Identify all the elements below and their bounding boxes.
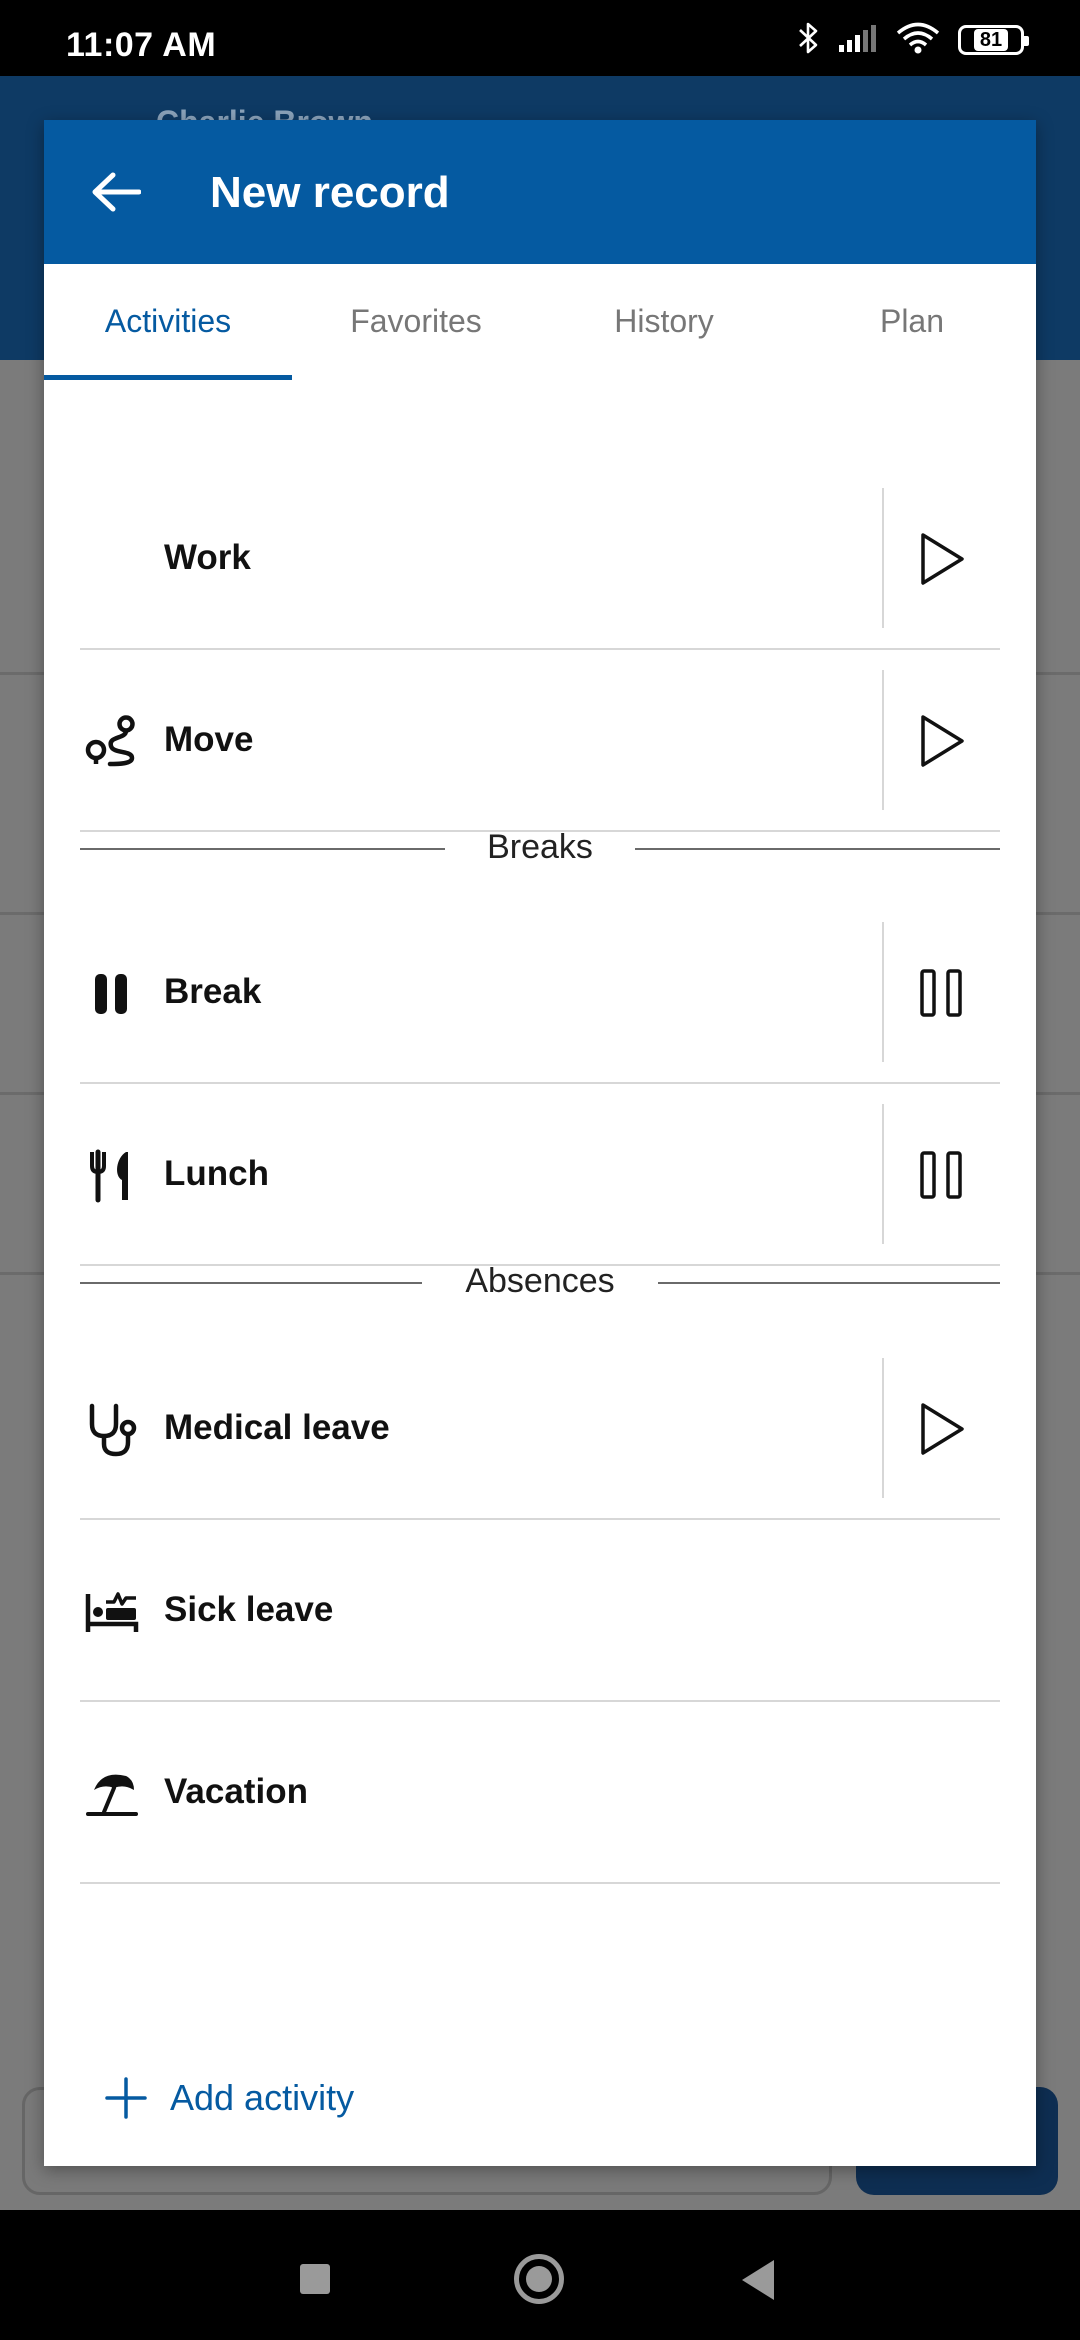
tab-plan[interactable]: Plan: [788, 264, 1036, 378]
absence-label: Medical leave: [164, 1408, 390, 1447]
stethoscope-icon: [84, 1402, 140, 1458]
start-move-button[interactable]: [884, 650, 1000, 832]
play-icon: [921, 1403, 964, 1455]
play-icon: [921, 533, 964, 585]
pause-lunch-button[interactable]: [884, 1084, 1000, 1266]
new-record-dialog: New record Activities Favorites History …: [44, 120, 1036, 2166]
tab-favorites[interactable]: Favorites: [292, 264, 540, 378]
break-label: Break: [164, 972, 262, 1011]
start-work-button[interactable]: [884, 468, 1000, 650]
plus-icon: [105, 2077, 147, 2119]
tab-bar: Activities Favorites History Plan: [44, 264, 1036, 380]
tab-history[interactable]: History: [540, 264, 788, 378]
pause-icon: [84, 966, 140, 1022]
beach-umbrella-icon: [84, 1766, 140, 1822]
dialog-title: New record: [210, 168, 450, 217]
back-nav-button[interactable]: [742, 2260, 774, 2300]
absence-label: Vacation: [164, 1772, 308, 1811]
arrow-left-icon: [92, 172, 141, 212]
section-line: [658, 1282, 1000, 1284]
route-icon: [84, 714, 140, 770]
absence-label: Sick leave: [164, 1590, 334, 1629]
activity-row-move[interactable]: Move: [80, 650, 1000, 832]
play-icon: [921, 715, 964, 767]
break-row-lunch[interactable]: Lunch: [80, 1084, 1000, 1266]
add-activity-label: Add activity: [170, 2077, 355, 2118]
back-button[interactable]: [84, 160, 148, 224]
wifi-icon: [896, 22, 940, 59]
activity-label: Work: [164, 538, 251, 577]
signal-icon: [838, 23, 878, 58]
break-row-break[interactable]: Break: [80, 902, 1000, 1084]
section-line: [635, 848, 1000, 850]
recents-button[interactable]: [300, 2264, 330, 2294]
section-breaks: Breaks: [80, 818, 1000, 878]
break-label: Lunch: [164, 1154, 269, 1193]
system-nav-bar: [0, 2210, 1080, 2340]
absence-row-medical-leave[interactable]: Medical leave: [80, 1338, 1000, 1520]
start-medical-leave-button[interactable]: [884, 1338, 1000, 1520]
pause-outline-icon: [920, 1151, 962, 1199]
pause-break-button[interactable]: [884, 902, 1000, 1084]
absence-row-sick-leave[interactable]: Sick leave: [80, 1520, 1000, 1702]
activity-label: Move: [164, 720, 254, 759]
tab-activities[interactable]: Activities: [44, 264, 292, 380]
home-button[interactable]: [514, 2254, 564, 2304]
cutlery-icon: [84, 1148, 140, 1204]
section-absences: Absences: [80, 1252, 1000, 1312]
battery-level: 81: [973, 29, 1009, 51]
battery-icon: 81: [958, 25, 1029, 55]
pause-outline-icon: [920, 969, 962, 1017]
add-activity-button[interactable]: Add activity: [104, 2068, 354, 2128]
status-bar: 11:07 AM 81: [0, 0, 1080, 76]
absence-row-vacation[interactable]: Vacation: [80, 1702, 1000, 1884]
dialog-header: New record: [44, 120, 1036, 264]
bluetooth-icon: [796, 21, 820, 60]
status-time: 11:07 AM: [66, 26, 217, 64]
status-icons: 81: [796, 21, 1029, 60]
activity-row-work[interactable]: Work: [80, 468, 1000, 650]
sick-bed-icon: [84, 1584, 140, 1640]
